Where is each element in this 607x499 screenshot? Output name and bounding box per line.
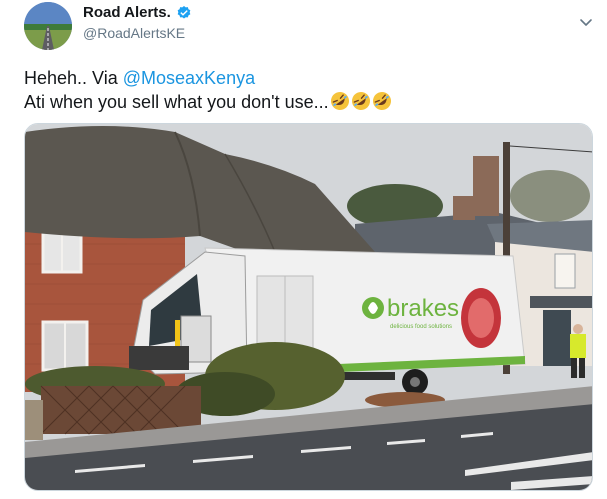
avatar[interactable] <box>24 2 72 50</box>
tweet-line-1: Heheh.. Via @MoseaxKenya <box>24 66 392 90</box>
truck-brand-text: brakes <box>387 295 459 322</box>
rolling-on-floor-laughing-icon <box>372 92 391 110</box>
truck-crash-photo: brakes delicious food solutions <box>25 124 592 490</box>
author-handle[interactable]: @RoadAlertsKE <box>83 25 185 41</box>
tweet-photo[interactable]: brakes delicious food solutions <box>24 123 593 491</box>
author-name[interactable]: Road Alerts. <box>83 4 192 21</box>
chevron-down-icon[interactable] <box>578 14 594 30</box>
tweet-line-1-prefix: Heheh.. Via <box>24 68 123 88</box>
display-name-text: Road Alerts. <box>83 4 171 21</box>
tweet-line-2-text: Ati when you sell what you don't use... <box>24 92 329 112</box>
mention-link[interactable]: @MoseaxKenya <box>123 68 255 88</box>
road-avatar-icon <box>24 2 72 50</box>
rolling-on-floor-laughing-icon <box>351 92 370 110</box>
rolling-on-floor-laughing-icon <box>330 92 349 110</box>
tweet-line-2: Ati when you sell what you don't use... <box>24 90 392 114</box>
verified-badge-icon <box>177 5 191 19</box>
tweet-text: Heheh.. Via @MoseaxKenya Ati when you se… <box>24 66 392 114</box>
truck-tagline-text: delicious food solutions <box>390 324 452 330</box>
